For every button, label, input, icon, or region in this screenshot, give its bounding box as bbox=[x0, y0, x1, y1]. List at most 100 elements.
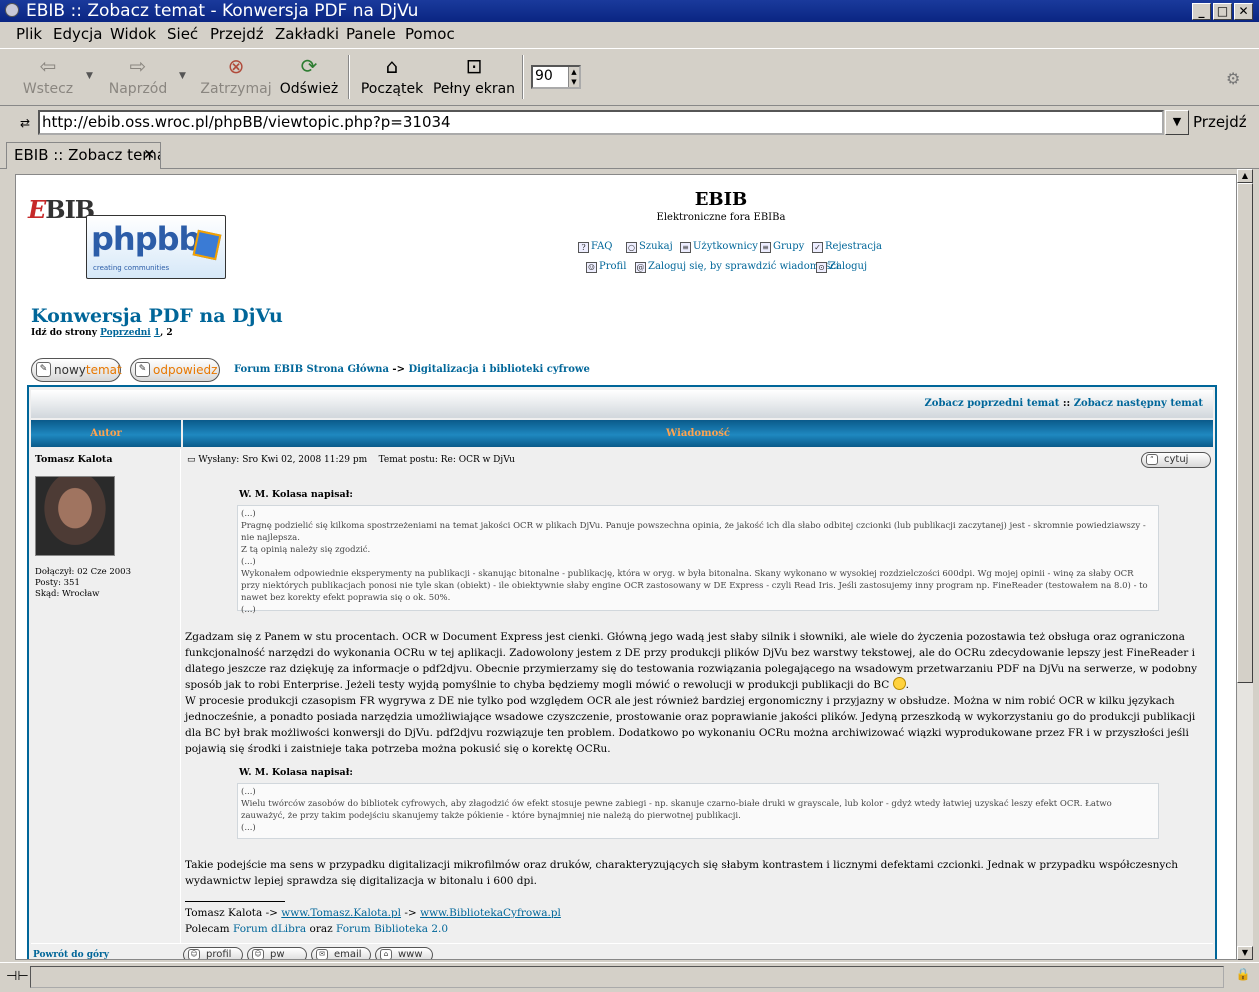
post-footer-row: Powrót do góry ☺ profil ☺ pw ✉ email ⌂ www bbox=[31, 943, 1213, 959]
breadcrumb: Forum EBIB Strona Główna -> Digitalizacj… bbox=[234, 364, 590, 375]
post-subject: Temat postu: Re: OCR w DjVu bbox=[378, 455, 515, 465]
post-date: Wysłany: Sro Kwi 02, 2008 11:29 pm bbox=[198, 455, 368, 465]
menu-edit[interactable]: Edycja bbox=[53, 25, 102, 43]
close-button[interactable]: ✕ bbox=[1234, 3, 1253, 20]
nav-search[interactable]: ○ Szukaj bbox=[626, 241, 673, 253]
throbber-icon: ⚙ bbox=[1226, 69, 1241, 88]
reply-button[interactable]: ✎ odpowiedz bbox=[130, 358, 220, 382]
tab-bar: EBIB :: Zobacz temat - Konwersja PDF na … bbox=[0, 139, 1259, 169]
groups-icon: ≡ bbox=[760, 242, 771, 253]
back-dropdown-icon[interactable]: ▼ bbox=[86, 71, 93, 81]
title-bar: EBIB :: Zobacz temat - Konwersja PDF na … bbox=[0, 0, 1259, 22]
menu-bookmarks[interactable]: Zakładki bbox=[275, 25, 339, 43]
pencil-icon: ✎ bbox=[36, 362, 51, 377]
envelope-icon: ✉ bbox=[316, 949, 328, 959]
scroll-up-icon[interactable]: ▲ bbox=[1237, 169, 1253, 183]
vertical-scrollbar[interactable]: ▲ ▼ bbox=[1237, 169, 1253, 960]
avatar bbox=[35, 476, 115, 556]
back-button[interactable]: ⇦ Wstecz bbox=[20, 53, 76, 97]
quote-header: W. M. Kolasa napisał: bbox=[239, 489, 353, 500]
menu-view[interactable]: Widok bbox=[110, 25, 156, 43]
forward-dropdown-icon[interactable]: ▼ bbox=[179, 71, 186, 81]
pagination-prev-link[interactable]: Poprzedni bbox=[100, 328, 151, 338]
home-icon: ⌂ bbox=[385, 54, 399, 78]
signature: Tomasz Kalota -> www.Tomasz.Kalota.pl ->… bbox=[185, 907, 561, 935]
app-icon bbox=[5, 3, 19, 17]
smile-icon bbox=[892, 677, 906, 690]
phpbb-cube-icon bbox=[192, 229, 222, 261]
fullscreen-button[interactable]: ⊡ Pełny ekran bbox=[432, 53, 516, 97]
navigation-toolbar: ⇦ Wstecz ▼ ⇨ Naprzód ▼ ⊗ Zatrzymaj ⟳ Odś… bbox=[0, 48, 1259, 106]
nav-login[interactable]: ⊙ Zaloguj bbox=[816, 261, 867, 273]
nav-groups[interactable]: ≡ Grupy bbox=[760, 241, 804, 253]
forward-button[interactable]: ⇨ Naprzód bbox=[104, 53, 172, 97]
menu-help[interactable]: Pomoc bbox=[405, 25, 455, 43]
breadcrumb-forum[interactable]: Digitalizacja i biblioteki cyfrowe bbox=[408, 364, 589, 375]
nav-members[interactable]: ≡ Użytkownicy bbox=[680, 241, 758, 253]
post-message-panel: ▭ Wysłany: Sro Kwi 02, 2008 11:29 pm Tem… bbox=[183, 449, 1213, 943]
url-input[interactable]: http://ebib.oss.wroc.pl/phpBB/viewtopic.… bbox=[38, 110, 1164, 135]
login-icon: ⊙ bbox=[816, 262, 827, 273]
scrollbar-thumb[interactable] bbox=[1237, 183, 1253, 683]
email-button[interactable]: ✉ email bbox=[311, 947, 371, 959]
post-author-details: Dołączył: 02 Cze 2003 Posty: 351 Skąd: W… bbox=[35, 567, 131, 599]
faq-icon: ? bbox=[578, 242, 589, 253]
url-dropdown-icon[interactable]: ▼ bbox=[1165, 110, 1189, 135]
tab-ebib[interactable]: EBIB :: Zobacz temat - Konwersja PDF na … bbox=[6, 142, 161, 169]
site-description: Elektroniczne fora EBIBa bbox=[656, 212, 786, 223]
scroll-down-icon[interactable]: ▼ bbox=[1237, 946, 1253, 960]
fullscreen-icon: ⊡ bbox=[465, 54, 483, 78]
nav-profile[interactable]: ☺ Profil bbox=[586, 261, 626, 273]
toolbar-separator bbox=[522, 55, 524, 99]
www-button[interactable]: ⌂ www bbox=[375, 947, 433, 959]
nav-faq[interactable]: ? FAQ bbox=[578, 241, 613, 253]
previous-topic-link[interactable]: Zobacz poprzedni temat bbox=[925, 398, 1060, 409]
location-bar: ⇄ http://ebib.oss.wroc.pl/phpBB/viewtopi… bbox=[0, 108, 1259, 138]
go-button[interactable]: Przejdź bbox=[1193, 113, 1247, 131]
minimize-button[interactable]: _ bbox=[1192, 3, 1211, 20]
connection-icon: ⊣⊢ bbox=[6, 969, 29, 984]
reload-button[interactable]: ⟳ Odśwież bbox=[278, 53, 340, 97]
quote-button[interactable]: “cytuj bbox=[1141, 452, 1211, 468]
signature-link-kalota[interactable]: www.Tomasz.Kalota.pl bbox=[281, 907, 401, 919]
post-icon: ▭ bbox=[187, 455, 196, 465]
signature-link-bc[interactable]: www.BibliotekaCyfrowa.pl bbox=[420, 907, 561, 919]
maximize-button[interactable]: □ bbox=[1213, 3, 1232, 20]
menu-file[interactable]: Plik bbox=[16, 25, 42, 43]
menu-network[interactable]: Sieć bbox=[167, 25, 198, 43]
site-logo[interactable]: EBIB phpbb creating communities bbox=[28, 187, 228, 281]
messages-icon: @ bbox=[635, 262, 646, 273]
topic-title[interactable]: Konwersja PDF na DjVu bbox=[31, 305, 283, 327]
signature-link-dlibra[interactable]: Forum dLibra bbox=[233, 923, 306, 935]
quote-icon: “ bbox=[1146, 454, 1158, 465]
stop-label: Zatrzymaj bbox=[200, 81, 272, 97]
quote-block: (...) Wielu twórców zasobów do bibliotek… bbox=[237, 783, 1159, 839]
nav-private-messages[interactable]: @ Zaloguj się, by sprawdzić wiadomości bbox=[635, 261, 839, 273]
menu-bar: Plik Edycja Widok Sieć Przejdź Zakładki … bbox=[0, 22, 1259, 46]
signature-link-biblioteka20[interactable]: Forum Biblioteka 2.0 bbox=[336, 923, 448, 935]
nav-register[interactable]: ✓ Rejestracja bbox=[812, 241, 882, 253]
back-to-top-link[interactable]: Powrót do góry bbox=[33, 950, 109, 959]
profile-button[interactable]: ☺ profil bbox=[183, 947, 243, 959]
tab-label: EBIB :: Zobacz temat - Konwersja PDF na … bbox=[14, 146, 160, 164]
page-proxy-icon: ⇄ bbox=[20, 116, 31, 130]
window-title: EBIB :: Zobacz temat - Konwersja PDF na … bbox=[26, 1, 419, 21]
menu-panels[interactable]: Panele bbox=[346, 25, 396, 43]
reload-icon: ⟳ bbox=[300, 54, 318, 78]
next-topic-link[interactable]: Zobacz następny temat bbox=[1074, 398, 1203, 409]
zoom-spinbox[interactable]: 90 ▲ ▼ bbox=[531, 65, 581, 89]
menu-go[interactable]: Przejdź bbox=[210, 25, 264, 43]
phpbb-tagline: creating communities bbox=[93, 264, 170, 272]
pencil-icon: ✎ bbox=[135, 362, 150, 377]
site-title: EBIB bbox=[694, 189, 748, 210]
tab-close-icon[interactable]: ✕ bbox=[143, 147, 155, 163]
home-button[interactable]: ⌂ Początek bbox=[358, 53, 426, 97]
zoom-spin-icon[interactable]: ▲ ▼ bbox=[568, 67, 579, 87]
stop-button[interactable]: ⊗ Zatrzymaj bbox=[200, 53, 272, 97]
pm-button[interactable]: ☺ pw bbox=[247, 947, 307, 959]
post-author-panel: Tomasz Kalota Dołączył: 02 Cze 2003 Post… bbox=[31, 449, 181, 943]
new-topic-button[interactable]: ✎ nowytemat bbox=[31, 358, 122, 382]
ebib-logo: EBIB bbox=[28, 195, 95, 224]
phpbb-logo-text: phpbb bbox=[91, 220, 201, 258]
breadcrumb-home[interactable]: Forum EBIB Strona Główna bbox=[234, 364, 389, 375]
